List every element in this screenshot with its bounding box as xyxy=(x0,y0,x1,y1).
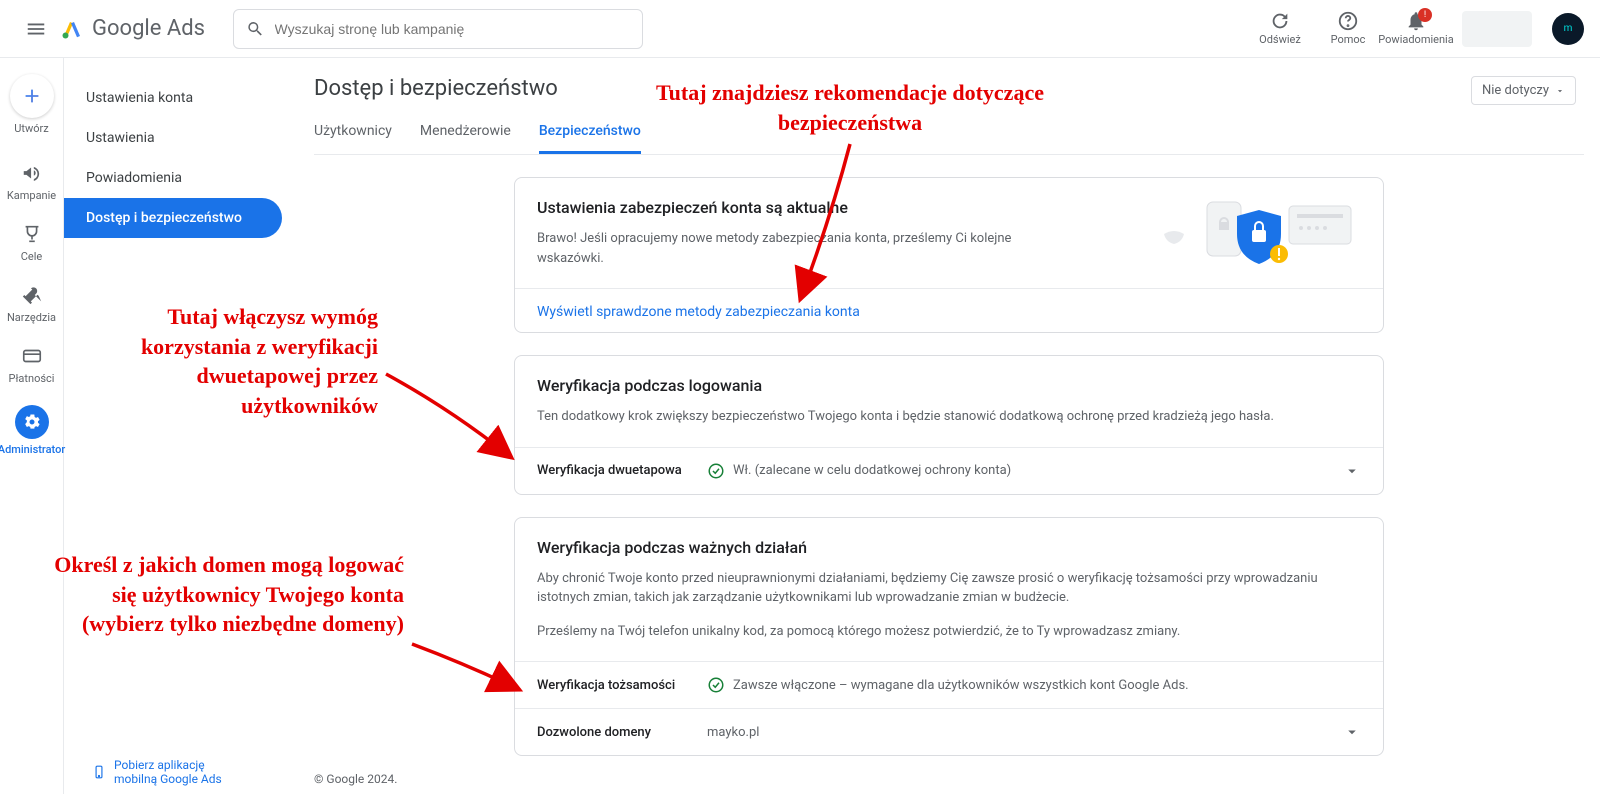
identity-verif-status: Zawsze włączone – wymagane dla użytkowni… xyxy=(733,678,1189,693)
header-actions: Odśwież Pomoc ! Powiadomienia m xyxy=(1250,10,1584,46)
chevron-down-icon xyxy=(1343,462,1361,480)
action-verif-title: Weryfikacja podczas ważnych działań xyxy=(537,538,1361,557)
help-button[interactable]: Pomoc xyxy=(1318,10,1378,46)
tab-label: Użytkownicy xyxy=(314,123,392,139)
side-nav: Ustawienia konta Ustawienia Powiadomieni… xyxy=(64,58,282,794)
account-switcher[interactable] xyxy=(1462,11,1532,47)
scope-dropdown[interactable]: Nie dotyczy xyxy=(1471,76,1576,105)
action-verif-desc2: Prześlemy na Twój telefon unikalny kod, … xyxy=(537,622,1361,642)
create-button[interactable] xyxy=(10,74,54,118)
tab-security[interactable]: Bezpieczeństwo xyxy=(539,115,641,154)
chevron-down-icon xyxy=(1555,86,1565,96)
shield-lock-illustration-icon xyxy=(1159,192,1359,272)
refresh-icon xyxy=(1269,10,1291,32)
nav-rail: Utwórz Kampanie Cele Narzędzia Płatności… xyxy=(0,58,64,794)
search-icon xyxy=(246,19,265,39)
allowed-domains-row[interactable]: Dozwolone domeny mayko.pl xyxy=(515,708,1383,755)
help-icon xyxy=(1337,10,1359,32)
rail-tools[interactable]: Narzędzia xyxy=(4,275,60,332)
notification-badge: ! xyxy=(1418,8,1432,22)
mobile-app-text: Pobierz aplikację mobilną Google Ads xyxy=(114,758,244,786)
tabs: Użytkownicy Menedżerowie Bezpieczeństwo xyxy=(314,115,1584,155)
status-desc: Brawo! Jeśli opracujemy nowe metody zabe… xyxy=(537,229,1057,268)
rail-tools-label: Narzędzia xyxy=(7,311,56,324)
login-verification-card: Weryfikacja podczas logowania Ten dodatk… xyxy=(514,355,1384,495)
tab-label: Bezpieczeństwo xyxy=(539,123,641,139)
tab-label: Menedżerowie xyxy=(420,123,511,139)
side-item-label: Ustawienia konta xyxy=(86,90,193,106)
side-item-label: Ustawienia xyxy=(86,130,155,146)
trophy-icon xyxy=(20,222,44,246)
help-label: Pomoc xyxy=(1331,34,1366,46)
rail-billing-label: Płatności xyxy=(9,372,55,385)
chevron-down-icon xyxy=(1343,723,1361,741)
side-notifications[interactable]: Powiadomienia xyxy=(64,158,282,198)
identity-verif-label: Weryfikacja tożsamości xyxy=(537,678,707,693)
two-step-status: Wł. (zalecane w celu dodatkowej ochrony … xyxy=(733,463,1011,478)
refresh-label: Odśwież xyxy=(1259,34,1301,46)
gear-icon xyxy=(20,410,44,434)
phone-icon xyxy=(92,765,106,779)
copyright: © Google 2024. xyxy=(314,772,397,786)
two-step-label: Weryfikacja dwuetapowa xyxy=(537,463,707,478)
menu-button[interactable] xyxy=(16,9,56,49)
security-status-card: Ustawienia zabezpieczeń konta są aktualn… xyxy=(514,177,1384,333)
menu-icon xyxy=(25,18,47,40)
allowed-domains-value: mayko.pl xyxy=(707,725,759,740)
logo-text: Google Ads xyxy=(92,16,205,41)
rail-goals-label: Cele xyxy=(21,250,43,263)
scope-dropdown-label: Nie dotyczy xyxy=(1482,83,1549,98)
login-verif-desc: Ten dodatkowy krok zwiększy bezpieczeńst… xyxy=(537,407,1361,427)
card-icon xyxy=(20,344,44,368)
rail-billing[interactable]: Płatności xyxy=(4,336,60,393)
refresh-button[interactable]: Odśwież xyxy=(1250,10,1310,46)
rail-goals[interactable]: Cele xyxy=(4,214,60,271)
check-circle-icon xyxy=(707,676,725,694)
logo[interactable]: Google Ads xyxy=(60,16,205,41)
action-verification-card: Weryfikacja podczas ważnych działań Aby … xyxy=(514,517,1384,757)
create-label: Utwórz xyxy=(14,122,48,135)
avatar[interactable]: m xyxy=(1552,13,1584,45)
rail-campaigns-label: Kampanie xyxy=(7,189,56,202)
status-link-row: Wyświetl sprawdzone metody zabezpieczani… xyxy=(515,288,1383,332)
rail-admin[interactable]: Administrator xyxy=(4,397,60,464)
side-account-settings[interactable]: Ustawienia konta xyxy=(64,78,282,118)
app-header: Google Ads Odśwież Pomoc ! Powiadomienia… xyxy=(0,0,1600,58)
rail-campaigns[interactable]: Kampanie xyxy=(4,153,60,210)
allowed-domains-label: Dozwolone domeny xyxy=(537,725,707,740)
page-title: Dostęp i bezpieczeństwo xyxy=(314,76,1584,101)
notifications-label: Powiadomienia xyxy=(1378,34,1453,46)
login-verif-title: Weryfikacja podczas logowania xyxy=(537,376,1361,395)
side-settings[interactable]: Ustawienia xyxy=(64,118,282,158)
tab-managers[interactable]: Menedżerowie xyxy=(420,115,511,154)
tab-users[interactable]: Użytkownicy xyxy=(314,115,392,154)
rail-admin-label: Administrator xyxy=(0,443,65,456)
search-box[interactable] xyxy=(233,9,643,49)
plus-icon xyxy=(21,85,43,107)
mobile-app-link[interactable]: Pobierz aplikację mobilną Google Ads xyxy=(92,758,244,786)
side-access-security[interactable]: Dostęp i bezpieczeństwo xyxy=(64,198,282,238)
action-verif-desc: Aby chronić Twoje konto przed nieuprawni… xyxy=(537,569,1361,608)
identity-verification-row[interactable]: Weryfikacja tożsamości Zawsze włączone –… xyxy=(515,661,1383,708)
side-item-label: Dostęp i bezpieczeństwo xyxy=(86,210,242,226)
check-circle-icon xyxy=(707,462,725,480)
content-area: Dostęp i bezpieczeństwo Nie dotyczy Użyt… xyxy=(282,58,1600,794)
notifications-button[interactable]: ! Powiadomienia xyxy=(1386,10,1446,46)
megaphone-icon xyxy=(20,161,44,185)
two-step-verification-row[interactable]: Weryfikacja dwuetapowa Wł. (zalecane w c… xyxy=(515,447,1383,494)
view-best-practices-link[interactable]: Wyświetl sprawdzone metody zabezpieczani… xyxy=(537,304,860,320)
side-item-label: Powiadomienia xyxy=(86,170,182,186)
tools-icon xyxy=(20,283,44,307)
search-input[interactable] xyxy=(275,21,630,37)
google-ads-logo-icon xyxy=(60,17,84,41)
